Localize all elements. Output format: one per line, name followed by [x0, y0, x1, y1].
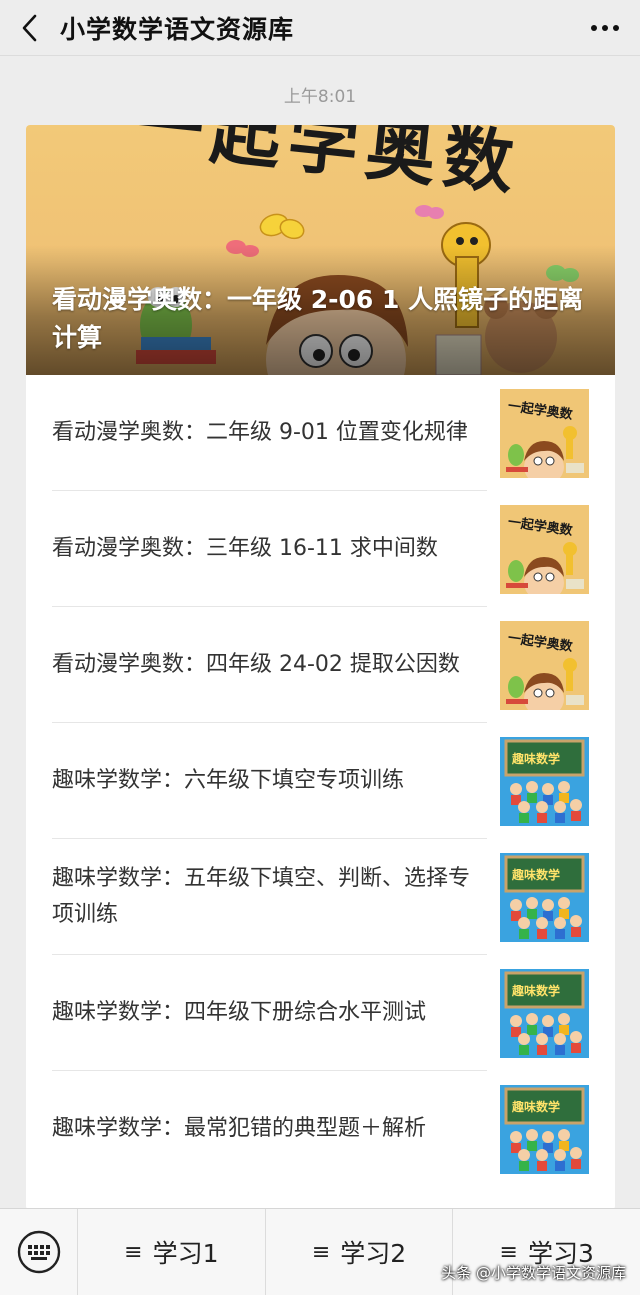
article-title: 看动漫学奥数：二年级 9-01 位置变化规律 — [52, 420, 468, 445]
chevron-left-icon — [22, 14, 37, 41]
hero-article-title: 看动漫学奥数：一年级 2-06 1 人照镜子的距离计算 — [52, 285, 584, 352]
thumb-caption: 趣味数学 — [511, 867, 560, 882]
article-thumbnail: 趣味数学 — [500, 1084, 589, 1174]
article-list: 看动漫学奥数：二年级 9-01 位置变化规律 一起学奥数 看动漫学奥数：三年级 16… — [26, 375, 615, 1187]
article-list-item[interactable]: 趣味学数学：最常犯错的典型题＋解析 趣味数学 — [26, 1071, 615, 1187]
watermark: 头条 @小学数学语文资源库 — [441, 1264, 626, 1282]
message-timestamp: 上午8:01 — [283, 87, 357, 107]
keyboard-icon — [17, 1230, 60, 1274]
menu-item-label: 学习1 — [152, 1239, 219, 1268]
article-list-item[interactable]: 趣味学数学：四年级下册综合水平测试 趣味数学 — [26, 955, 615, 1071]
menu-lines-icon: ≡ — [124, 1239, 143, 1265]
article-title: 看动漫学奥数：三年级 16-11 求中间数 — [52, 536, 438, 561]
thumb-caption: 趣味数学 — [511, 751, 560, 766]
menu-item-label: 学习2 — [340, 1239, 407, 1268]
more-button[interactable] — [570, 0, 640, 56]
hero-article[interactable]: 一起学奥数 看动漫学奥数：一年级 2-06 1 人照镜子的距离计算 — [26, 125, 615, 375]
back-button[interactable] — [0, 0, 60, 56]
article-thumbnail: 趣味数学 — [500, 852, 589, 942]
menu-item-study-2[interactable]: ≡ 学习2 — [266, 1208, 454, 1295]
article-list-item[interactable]: 趣味学数学：五年级下填空、判断、选择专项训练 趣味数学 — [26, 839, 615, 955]
article-list-item[interactable]: 看动漫学奥数：三年级 16-11 求中间数 一起学奥数 — [26, 491, 615, 607]
article-thumbnail: 趣味数学 — [500, 736, 589, 826]
article-thumbnail: 趣味数学 — [500, 968, 589, 1058]
article-thumbnail: 一起学奥数 — [500, 620, 589, 710]
article-title: 趣味学数学：五年级下填空、判断、选择专项训练 — [52, 866, 471, 927]
article-list-item[interactable]: 看动漫学奥数：二年级 9-01 位置变化规律 一起学奥数 — [26, 375, 615, 491]
keyboard-toggle-button[interactable] — [0, 1208, 78, 1295]
article-title: 看动漫学奥数：四年级 24-02 提取公因数 — [52, 652, 460, 677]
more-horizontal-icon — [591, 24, 619, 31]
menu-lines-icon: ≡ — [499, 1239, 518, 1265]
menu-lines-icon: ≡ — [311, 1239, 331, 1265]
article-list-item[interactable]: 趣味学数学：六年级下填空专项训练 趣味数学 — [26, 723, 615, 839]
article-thumbnail: 一起学奥数 — [500, 388, 589, 478]
page-title: 小学数学语文资源库 — [60, 14, 295, 44]
article-title: 趣味学数学：四年级下册综合水平测试 — [52, 1000, 427, 1025]
thumb-caption: 趣味数学 — [511, 983, 560, 998]
thumb-caption: 趣味数学 — [511, 1099, 560, 1114]
article-title: 趣味学数学：六年级下填空专项训练 — [52, 768, 405, 793]
hero-image-caption: 一起学奥数 — [129, 125, 526, 205]
top-nav-bar: 小学数学语文资源库 — [0, 0, 640, 56]
menu-item-study-1[interactable]: ≡ 学习1 — [78, 1208, 266, 1295]
article-title: 趣味学数学：最常犯错的典型题＋解析 — [52, 1116, 427, 1141]
article-list-item[interactable]: 看动漫学奥数：四年级 24-02 提取公因数 一起学奥数 — [26, 607, 615, 723]
article-card: 一起学奥数 看动漫学奥数：一年级 2-06 1 人照镜子的距离计算 看动漫学奥数… — [26, 125, 615, 1210]
article-thumbnail: 一起学奥数 — [500, 504, 589, 594]
